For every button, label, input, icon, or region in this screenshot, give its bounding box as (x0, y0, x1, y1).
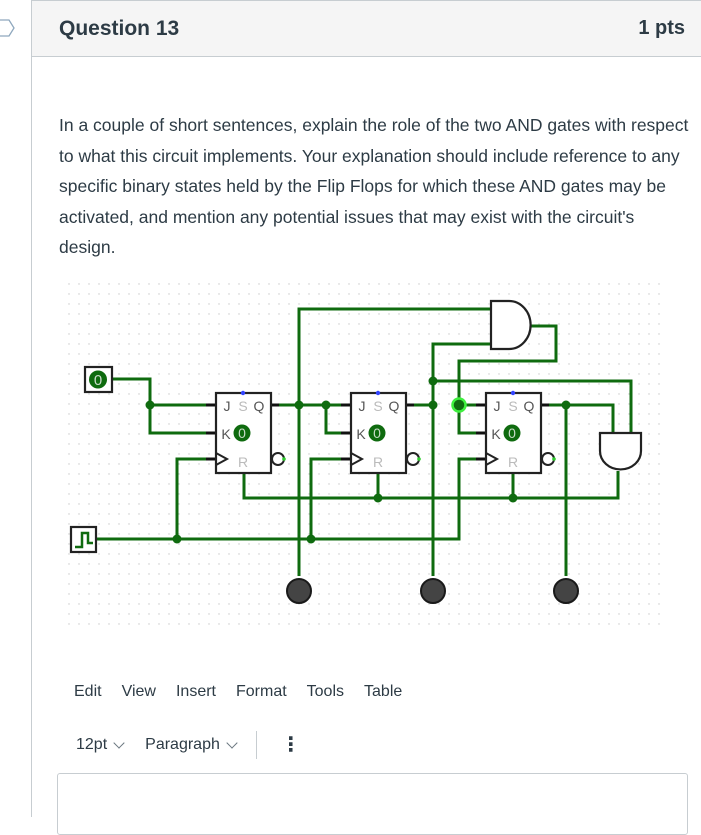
chevron-down-icon (226, 737, 238, 749)
output-led-3 (553, 578, 579, 604)
menu-table[interactable]: Table (364, 683, 402, 701)
editor-menubar: Edit View Insert Format Tools Table (74, 683, 422, 701)
junction-dot (373, 493, 383, 503)
j-label: J (494, 398, 501, 414)
set-pin (510, 390, 516, 396)
state-value: 0 (508, 425, 516, 441)
j-label: J (359, 398, 366, 414)
font-size-select[interactable]: 12pt (76, 736, 125, 754)
menu-view[interactable]: View (122, 683, 156, 701)
j-label: J (224, 398, 231, 414)
r-label: R (508, 454, 518, 470)
and-gate-right[interactable] (598, 431, 643, 471)
question-header: Question 13 1 pts (32, 1, 701, 57)
s-label: S (508, 398, 517, 414)
set-pin (240, 390, 246, 396)
block-format-select[interactable]: Paragraph (145, 736, 238, 754)
junction-dot (428, 400, 438, 410)
question-points: 1 pts (638, 17, 685, 39)
output-led-2 (420, 578, 446, 604)
junction-dot (306, 534, 316, 544)
state-value: 0 (373, 425, 381, 441)
s-label: S (373, 398, 382, 414)
menu-tools[interactable]: Tools (307, 683, 344, 701)
q-label: Q (254, 398, 265, 414)
k-label: K (491, 426, 501, 442)
question-card: Question 13 1 pts In a couple of short s… (31, 0, 701, 835)
menu-edit[interactable]: Edit (74, 683, 102, 701)
clock-source[interactable] (69, 525, 98, 554)
s-label: S (238, 398, 247, 414)
set-pin (375, 390, 381, 396)
answer-editor[interactable] (57, 773, 688, 835)
junction-dot (428, 376, 438, 386)
font-size-value: 12pt (76, 736, 108, 753)
state-value: 0 (238, 425, 246, 441)
question-nav-flag-icon[interactable] (0, 19, 16, 37)
question-text: In a couple of short sentences, explain … (59, 115, 689, 257)
junction-dot (294, 400, 304, 410)
r-label: R (238, 454, 248, 470)
more-options-icon[interactable]: ⋮ (277, 735, 305, 755)
junction-dot (561, 400, 571, 410)
toolbar-divider (255, 731, 257, 759)
junction-dot (321, 400, 331, 410)
junction-dot (172, 534, 182, 544)
k-label: K (221, 426, 231, 442)
question-title: Question 13 (59, 16, 180, 40)
selected-junction[interactable] (451, 397, 467, 413)
r-label: R (373, 454, 383, 470)
q-label: Q (389, 398, 400, 414)
junction-dot (508, 493, 518, 503)
flip-flops: J S QKR0J S QKR0J S QKR0 (206, 390, 556, 475)
k-label: K (356, 426, 366, 442)
junction-dot (145, 400, 155, 410)
output-led-1 (286, 578, 312, 604)
chevron-down-icon (113, 737, 125, 749)
menu-insert[interactable]: Insert (176, 683, 216, 701)
block-format-value: Paragraph (145, 736, 220, 753)
and-gate-top[interactable] (489, 299, 532, 351)
circuit-diagram: 0 J S QKR0J S QKR0J S QKR0 (61, 276, 667, 626)
input-switch-value: 0 (94, 372, 102, 389)
editor-toolbar: 12pt Paragraph ⋮ (76, 731, 305, 759)
input-switch[interactable]: 0 (83, 365, 114, 394)
q-label: Q (524, 398, 535, 414)
menu-format[interactable]: Format (236, 683, 287, 701)
